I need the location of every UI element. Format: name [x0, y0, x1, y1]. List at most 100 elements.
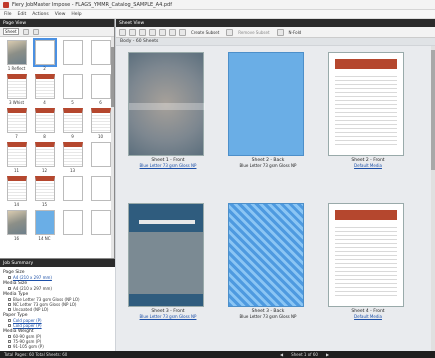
- sheet-view-panel: Sheet View Create Subset Remove Subset N…: [116, 19, 435, 351]
- page-thumbnail[interactable]: [60, 40, 85, 71]
- expand-icon[interactable]: [8, 340, 11, 343]
- page-thumbnail-image: [62, 176, 83, 201]
- summary-item[interactable]: Cold paper (P): [3, 323, 112, 328]
- thumbnail-list: 1 Reflect 2 3 Whist 4 5 6 7 8 9 10 11 12 13 14 15 16 14 …: [0, 37, 115, 258]
- page-thumbnail-label: 13: [69, 168, 76, 173]
- sheet-preview[interactable]: [228, 203, 304, 307]
- expand-icon[interactable]: [8, 335, 11, 338]
- page-thumbnail[interactable]: 16: [4, 210, 29, 241]
- expand-icon[interactable]: [8, 276, 11, 279]
- expand-icon[interactable]: [8, 308, 11, 311]
- sheet-tile[interactable]: Sheet 3 - Back Blue Letter 73 gsm Gloss N…: [228, 203, 308, 319]
- next-sheet-icon[interactable]: ▶: [326, 352, 329, 357]
- sheet-view-header: Sheet View: [116, 19, 435, 27]
- job-summary-panel: Job Summary Page Size A4 (210 x 297 mm) Me…: [0, 258, 115, 351]
- subset-group-header[interactable]: Body - 60 Sheets: [116, 38, 435, 46]
- sheet-preview[interactable]: [128, 52, 205, 156]
- sheet-preview[interactable]: [128, 203, 204, 307]
- create-subset-button[interactable]: Create Subset: [191, 30, 219, 35]
- zoom-out-icon[interactable]: [159, 28, 166, 36]
- summary-item-text[interactable]: Cold paper (P): [13, 323, 42, 328]
- page-thumbnail[interactable]: 1 Reflect: [4, 40, 29, 71]
- expand-icon[interactable]: [8, 345, 11, 348]
- job-summary-title: Job Summary: [3, 260, 34, 266]
- page-thumbnail[interactable]: [88, 142, 113, 173]
- zoom-out-icon[interactable]: [33, 28, 39, 35]
- page-thumbnail-label: 12: [41, 168, 48, 173]
- sheet-media-link[interactable]: Default Media: [328, 163, 408, 168]
- n-fold-button[interactable]: N-Fold: [289, 30, 302, 35]
- zoom-in-icon[interactable]: [23, 28, 29, 35]
- page-thumbnail[interactable]: [60, 210, 85, 241]
- sheet-preview[interactable]: [228, 52, 304, 156]
- page-thumbnail[interactable]: [88, 210, 113, 241]
- page-thumbnail[interactable]: [88, 176, 113, 207]
- expand-icon[interactable]: [8, 303, 11, 306]
- table-rows: [335, 224, 397, 298]
- menu-view[interactable]: View: [55, 12, 66, 17]
- expand-icon[interactable]: [8, 298, 11, 301]
- table-header: [335, 59, 397, 69]
- page-thumbnail[interactable]: [60, 176, 85, 207]
- cover-band: [129, 103, 205, 110]
- sheet-scrollbar[interactable]: [431, 46, 435, 351]
- sheet-preview[interactable]: [328, 203, 404, 307]
- undo-icon[interactable]: [119, 28, 126, 36]
- remove-subset-icon[interactable]: [226, 28, 234, 36]
- sheet-tile[interactable]: Sheet 2 - Front Default Media: [328, 52, 408, 168]
- sheet-preview[interactable]: [328, 52, 404, 156]
- page-thumbnail[interactable]: 10: [88, 108, 113, 139]
- page-thumbnail[interactable]: 3 Whist: [4, 74, 29, 105]
- status-totals: Total Pages: 60 Total Sheets: 60: [4, 352, 68, 357]
- expand-icon[interactable]: [8, 324, 11, 327]
- page-thumbnail-image: [90, 40, 111, 65]
- menu-file[interactable]: File: [4, 12, 12, 17]
- view-mode-select[interactable]: Sheet: [3, 28, 19, 35]
- sheet-media-link[interactable]: Default Media: [328, 314, 408, 319]
- first-sheet-icon[interactable]: ◀: [280, 352, 283, 357]
- sheet-media-link[interactable]: Blue Letter 73 gsm Gloss NP: [128, 163, 208, 168]
- table-rows: [335, 73, 397, 147]
- scroll-thumb[interactable]: [111, 47, 114, 107]
- sheet-media-link[interactable]: Blue Letter 73 gsm Gloss NP: [128, 314, 208, 319]
- page-thumbnail[interactable]: 7: [4, 108, 29, 139]
- remove-subset-button[interactable]: Remove Subset: [238, 30, 269, 35]
- page-thumbnail[interactable]: 2: [32, 38, 57, 71]
- page-thumbnail[interactable]: 13: [60, 142, 85, 173]
- create-subset-icon[interactable]: [179, 28, 186, 36]
- page-thumbnail[interactable]: 9: [60, 108, 85, 139]
- sheet-tile[interactable]: Sheet 1 - Front Blue Letter 73 gsm Gloss …: [128, 52, 208, 168]
- menu-help[interactable]: Help: [71, 12, 81, 17]
- page-thumbnail[interactable]: [88, 40, 113, 71]
- pan-icon[interactable]: [139, 28, 146, 36]
- page-thumbnail-label: 10: [97, 134, 104, 139]
- menu-edit[interactable]: Edit: [18, 12, 27, 17]
- page-thumbnail-image: [62, 40, 83, 65]
- summary-item[interactable]: A4 (210 x 297 mm): [3, 275, 112, 280]
- page-thumbnail[interactable]: 6: [88, 74, 113, 105]
- sheet-tile[interactable]: Sheet 2 - Back Blue Letter 73 gsm Gloss N…: [228, 52, 308, 168]
- page-thumbnail[interactable]: 4: [32, 74, 57, 105]
- thumbnail-scrollbar[interactable]: [111, 37, 114, 258]
- summary-item-text: A4 (210 x 297 mm): [13, 286, 52, 291]
- page-thumbnail[interactable]: 14 NC: [32, 210, 57, 241]
- sheet-tile[interactable]: Sheet 3 - Front Blue Letter 73 gsm Gloss …: [128, 203, 208, 319]
- page-thumbnail[interactable]: 8: [32, 108, 57, 139]
- expand-icon[interactable]: [8, 319, 11, 322]
- page-thumbnail[interactable]: 11: [4, 142, 29, 173]
- page-thumbnail[interactable]: 12: [32, 142, 57, 173]
- page-thumbnail[interactable]: 5: [60, 74, 85, 105]
- redo-icon[interactable]: [129, 28, 136, 36]
- summary-item-text[interactable]: A4 (210 x 297 mm): [13, 275, 52, 280]
- sheet-tile[interactable]: Sheet 4 - Front Default Media: [328, 203, 408, 319]
- menu-actions[interactable]: Actions: [32, 12, 48, 17]
- page-thumbnail[interactable]: 15: [32, 176, 57, 207]
- window-title: Fiery JobMaster Impose - FLAGS_YMMR_Cata…: [12, 1, 172, 8]
- page-thumbnail[interactable]: 14: [4, 176, 29, 207]
- n-fold-icon[interactable]: [276, 28, 284, 36]
- expand-icon[interactable]: [8, 287, 11, 290]
- scroll-thumb[interactable]: [431, 50, 435, 170]
- fit-page-icon[interactable]: [169, 28, 176, 36]
- zoom-in-icon[interactable]: [149, 28, 156, 36]
- summary-item-text: Uncoated (NP LO): [13, 307, 49, 312]
